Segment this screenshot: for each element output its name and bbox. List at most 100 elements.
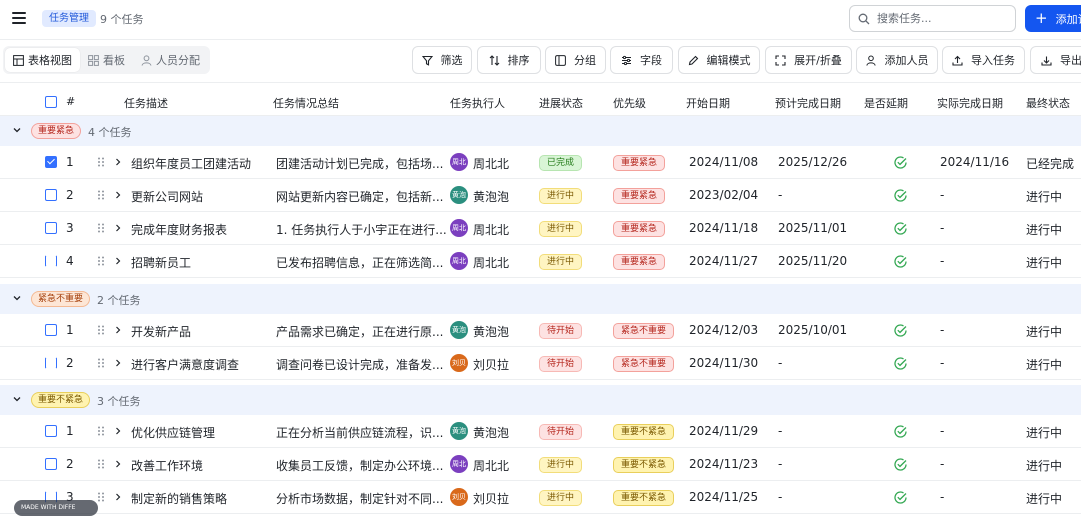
actual-date[interactable]: -	[940, 490, 944, 504]
start-date[interactable]: 2024/11/27	[689, 254, 758, 268]
expected-date[interactable]: -	[778, 490, 782, 504]
col-desc[interactable]: 任务描述	[124, 95, 168, 111]
row-checkbox[interactable]	[45, 458, 57, 470]
col-assignee[interactable]: 任务执行人	[450, 95, 505, 111]
task-summary[interactable]: 收集员工反馈，制定办公环境...	[276, 457, 443, 474]
group-header[interactable]: 重要紧急 4 个任务	[0, 116, 1081, 146]
actual-date[interactable]: -	[940, 323, 944, 337]
task-description[interactable]: 完成年度财务报表	[131, 221, 227, 238]
start-date[interactable]: 2024/11/18	[689, 221, 758, 235]
import-button[interactable]: 导入任务	[942, 46, 1025, 74]
row-checkbox[interactable]	[45, 324, 57, 336]
final-status[interactable]: 进行中	[1026, 221, 1062, 238]
priority-badge[interactable]: 紧急不重要	[613, 323, 675, 339]
chevron-down-icon[interactable]	[13, 126, 21, 134]
task-description[interactable]: 更新公司网站	[131, 188, 203, 205]
tab-kanban[interactable]: 看板	[80, 48, 133, 72]
task-summary[interactable]: 网站更新内容已确定，包括新...	[276, 188, 443, 205]
progress-badge[interactable]: 进行中	[539, 457, 583, 473]
task-description[interactable]: 招聘新员工	[131, 254, 191, 271]
chevron-down-icon[interactable]	[13, 294, 21, 302]
tab-table-view[interactable]: 表格视图	[5, 48, 80, 72]
actual-date[interactable]: -	[940, 424, 944, 438]
final-status[interactable]: 进行中	[1026, 424, 1062, 441]
final-status[interactable]: 进行中	[1026, 323, 1062, 340]
assignee-name[interactable]: 黄泡泡	[473, 424, 509, 441]
chevron-right-icon[interactable]	[115, 158, 121, 166]
expected-date[interactable]: 2025/11/20	[778, 254, 847, 268]
priority-badge[interactable]: 紧急不重要	[613, 356, 675, 372]
final-status[interactable]: 进行中	[1026, 188, 1062, 205]
drag-handle-icon[interactable]	[97, 157, 105, 167]
table-row[interactable]: 3制定新的销售策略分析市场数据，制定针对不同...刘贝拉刘贝拉进行中重要不紧急2…	[0, 481, 1081, 514]
group-header[interactable]: 紧急不重要 2 个任务	[0, 284, 1081, 314]
drag-handle-icon[interactable]	[97, 492, 105, 502]
add-member-button[interactable]: 添加人员	[856, 46, 938, 74]
task-description[interactable]: 改善工作环境	[131, 457, 203, 474]
progress-badge[interactable]: 待开始	[539, 356, 583, 372]
sort-button[interactable]: 排序	[477, 46, 541, 74]
assignee-name[interactable]: 周北北	[473, 254, 509, 271]
table-row[interactable]: 1 开发新产品 产品需求已确定，正在进行原... 黄泡泡黄泡泡 待开始 紧急不重要 2024…	[0, 314, 1081, 347]
priority-badge[interactable]: 重要紧急	[613, 188, 666, 204]
chevron-right-icon[interactable]	[115, 191, 121, 199]
drag-handle-icon[interactable]	[97, 459, 105, 469]
start-date[interactable]: 2023/02/04	[689, 188, 758, 202]
group-header[interactable]: 重要不紧急 3 个任务	[0, 385, 1081, 415]
task-description[interactable]: 制定新的销售策略	[131, 490, 227, 507]
chevron-down-icon[interactable]	[13, 395, 21, 403]
drag-handle-icon[interactable]	[97, 256, 105, 266]
start-date[interactable]: 2024/11/08	[689, 155, 758, 169]
table-row[interactable]: 1 优化供应链管理 正在分析当前供应链流程，识... 黄泡泡黄泡泡 待开始 重要不紧急 20…	[0, 415, 1081, 448]
start-date[interactable]: 2024/11/23	[689, 457, 758, 471]
chevron-right-icon[interactable]	[115, 427, 121, 435]
chevron-right-icon[interactable]	[115, 493, 121, 501]
start-date[interactable]: 2024/11/30	[689, 356, 758, 370]
drag-handle-icon[interactable]	[97, 426, 105, 436]
priority-badge[interactable]: 重要不紧急	[613, 424, 675, 440]
priority-badge[interactable]: 重要不紧急	[613, 490, 675, 506]
row-checkbox[interactable]	[45, 189, 57, 201]
col-delayed[interactable]: 是否延期	[864, 95, 908, 111]
task-summary[interactable]: 分析市场数据，制定针对不同...	[276, 490, 443, 507]
table-row[interactable]: 4 招聘新员工 已发布招聘信息，正在筛选简... 周北北周北北 进行中 重要紧急 2024/…	[0, 245, 1081, 278]
drag-handle-icon[interactable]	[97, 223, 105, 233]
col-expected[interactable]: 预计完成日期	[775, 95, 841, 111]
actual-date[interactable]: -	[940, 457, 944, 471]
col-priority[interactable]: 优先级	[613, 95, 646, 111]
final-status[interactable]: 进行中	[1026, 254, 1062, 271]
final-status[interactable]: 进行中	[1026, 457, 1062, 474]
task-summary[interactable]: 正在分析当前供应链流程，识...	[276, 424, 443, 441]
progress-badge[interactable]: 进行中	[539, 254, 583, 270]
search-input[interactable]	[877, 12, 1007, 25]
drag-handle-icon[interactable]	[97, 325, 105, 335]
assignee-name[interactable]: 黄泡泡	[473, 188, 509, 205]
assignee-name[interactable]: 周北北	[473, 457, 509, 474]
table-row[interactable]: 1 组织年度员工团建活动 团建活动计划已完成，包括场... 周北北周北北 已完成 重要紧急…	[0, 146, 1081, 179]
expected-date[interactable]: -	[778, 356, 782, 370]
row-checkbox[interactable]	[45, 156, 57, 168]
expected-date[interactable]: -	[778, 457, 782, 471]
final-status[interactable]: 进行中	[1026, 356, 1062, 373]
actual-date[interactable]: -	[940, 356, 944, 370]
row-checkbox[interactable]	[45, 357, 57, 369]
progress-badge[interactable]: 进行中	[539, 490, 583, 506]
row-checkbox[interactable]	[45, 255, 57, 267]
chevron-right-icon[interactable]	[115, 257, 121, 265]
assignee-name[interactable]: 刘贝拉	[473, 490, 509, 507]
priority-badge[interactable]: 重要紧急	[613, 254, 666, 270]
progress-badge[interactable]: 待开始	[539, 323, 583, 339]
task-summary[interactable]: 1. 任务执行人于小宇正在进行...	[276, 221, 447, 238]
start-date[interactable]: 2024/11/25	[689, 490, 758, 504]
actual-date[interactable]: -	[940, 254, 944, 268]
assignee-name[interactable]: 刘贝拉	[473, 356, 509, 373]
table-row[interactable]: 3完成年度财务报表1. 任务执行人于小宇正在进行...周北北周北北进行中重要紧急…	[0, 212, 1081, 245]
expected-date[interactable]: 2025/10/01	[778, 323, 847, 337]
expand-collapse-button[interactable]: 展开/折叠	[765, 46, 852, 74]
task-description[interactable]: 进行客户满意度调查	[131, 356, 239, 373]
group-button[interactable]: 分组	[545, 46, 606, 74]
fields-button[interactable]: 字段	[610, 46, 673, 74]
col-actual[interactable]: 实际完成日期	[937, 95, 1003, 111]
assignee-name[interactable]: 黄泡泡	[473, 323, 509, 340]
expected-date[interactable]: -	[778, 424, 782, 438]
